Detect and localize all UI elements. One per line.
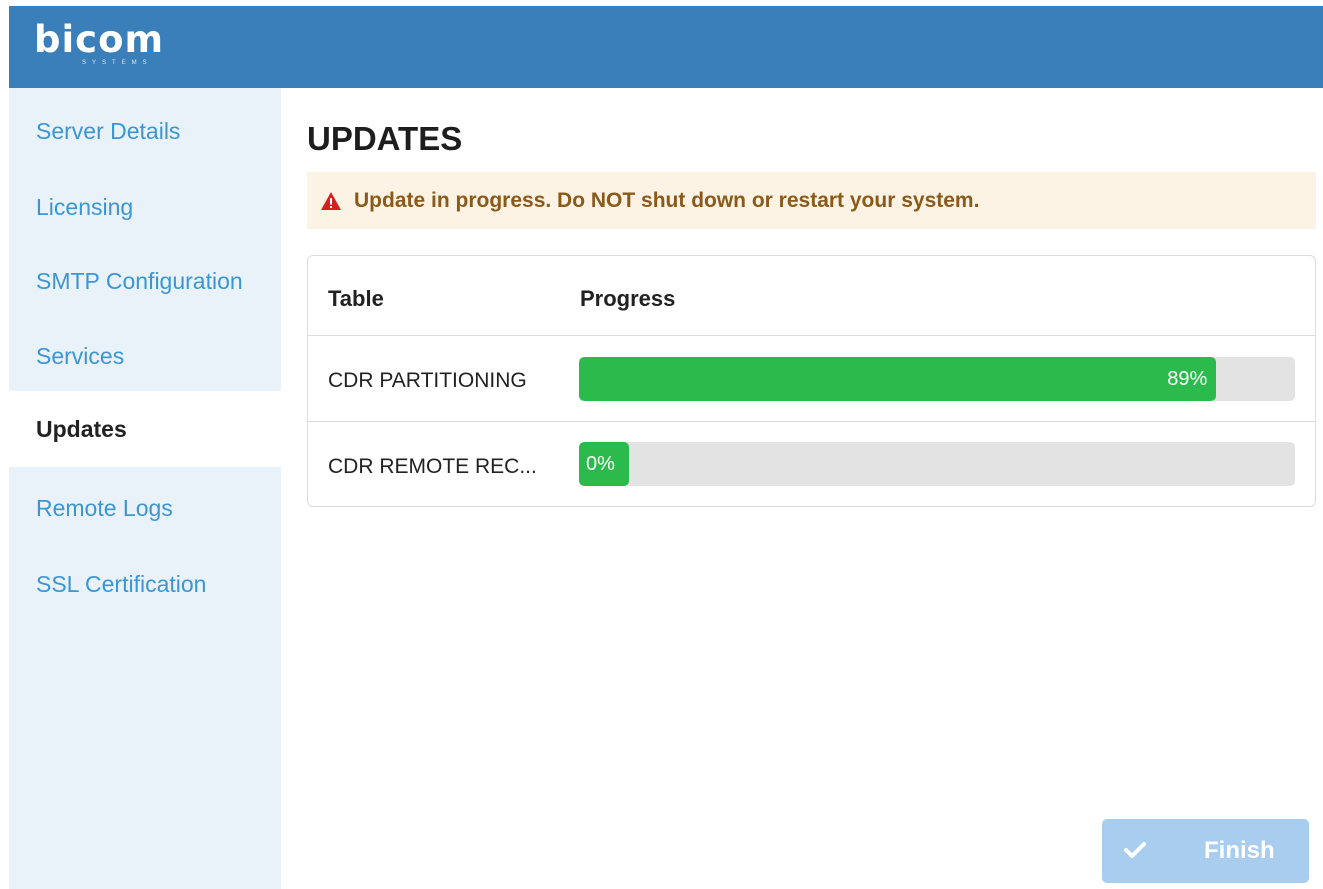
sidebar-item-label: Updates [36,415,127,442]
divider [308,421,1315,422]
sidebar-item-smtp-configuration[interactable]: SMTP Configuration [9,243,281,319]
progress-label: 89% [1167,367,1208,390]
progress-bar-fill: 0% [579,442,629,486]
sidebar-item-licensing[interactable]: Licensing [9,169,281,245]
progress-bar-fill: 89% [579,357,1217,401]
sidebar-item-server-details[interactable]: Server Details [9,93,281,169]
check-icon [1124,842,1146,858]
alert-text: Update in progress. Do NOT shut down or … [354,188,980,212]
sidebar-item-label: SSL Certification [36,570,207,597]
sidebar-item-label: SMTP Configuration [36,267,243,294]
table-cell-name: CDR PARTITIONING [328,369,527,392]
warning-alert: Update in progress. Do NOT shut down or … [307,172,1316,229]
finish-button[interactable]: Finish [1102,819,1309,883]
updates-table: Table Progress CDR PARTITIONING 89% CDR … [307,255,1316,507]
sidebar-item-updates[interactable]: Updates [9,391,281,467]
table-cell-name: CDR REMOTE REC... [328,455,537,478]
page-title: UPDATES [307,120,463,157]
sidebar: Server Details Licensing SMTP Configurat… [9,88,281,889]
sidebar-item-label: Licensing [36,193,134,220]
sidebar-item-services[interactable]: Services [9,318,281,394]
sidebar-item-label: Server Details [36,117,181,144]
progress-label: 0% [586,452,615,475]
top-bar: bicom SYSTEMS [9,6,1323,88]
bicom-logo: bicom SYSTEMS [34,18,165,67]
logo-subtext: SYSTEMS [82,60,153,66]
sidebar-item-label: Services [36,342,125,369]
finish-button-label: Finish [1204,837,1275,864]
warning-icon [321,191,341,210]
sidebar-item-remote-logs[interactable]: Remote Logs [9,470,281,546]
sidebar-item-ssl-certification[interactable]: SSL Certification [9,546,281,622]
column-header-table: Table [328,286,384,311]
progress-bar: 0% [579,442,1295,486]
progress-bar: 89% [579,357,1295,401]
column-header-progress: Progress [580,286,676,311]
divider [308,335,1315,336]
sidebar-item-label: Remote Logs [36,494,173,521]
logo-text: bicom [34,18,165,61]
